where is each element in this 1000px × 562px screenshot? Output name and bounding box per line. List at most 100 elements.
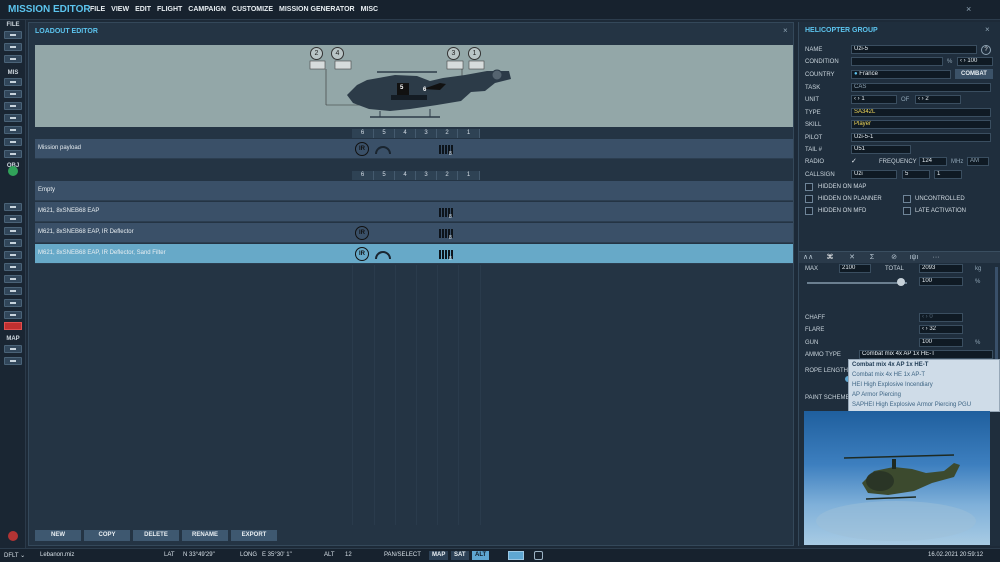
targets-tab-icon[interactable]: ✕ bbox=[847, 253, 857, 263]
condition-value-stepper[interactable]: ‹ › 100 bbox=[957, 57, 993, 66]
summary-tab-icon[interactable]: Σ bbox=[867, 253, 877, 263]
name-input[interactable]: Uzi-5 bbox=[851, 45, 977, 54]
pylon-badge-2[interactable]: 2 bbox=[310, 47, 323, 60]
drawing-icon[interactable] bbox=[4, 299, 22, 307]
static-object-icon[interactable] bbox=[4, 251, 22, 259]
pilot-input[interactable]: Uzi-5-1 bbox=[851, 133, 991, 142]
help-icon[interactable]: ? bbox=[981, 45, 991, 55]
zone-icon[interactable] bbox=[4, 275, 22, 283]
country-select[interactable]: ● France bbox=[851, 70, 951, 79]
condition-slider-field[interactable] bbox=[851, 57, 943, 66]
goals-icon[interactable] bbox=[4, 114, 22, 122]
chaff-stepper[interactable]: ‹ › 0 bbox=[919, 313, 963, 322]
time-icon[interactable] bbox=[534, 551, 543, 560]
fuel-slider-handle[interactable] bbox=[897, 278, 905, 286]
mission-payload-row[interactable]: Mission payload IR 8 bbox=[35, 139, 793, 159]
hidden-on-map-checkbox[interactable] bbox=[805, 183, 813, 191]
menu-file[interactable]: FILE bbox=[90, 6, 105, 13]
menu-mission-generator[interactable]: MISSION GENERATOR bbox=[279, 6, 355, 13]
save-file-icon[interactable] bbox=[4, 55, 22, 63]
altitude-view-button[interactable]: ALT bbox=[472, 551, 490, 560]
route-icon[interactable] bbox=[4, 263, 22, 271]
delete-object-icon[interactable] bbox=[4, 322, 22, 330]
trigger-zone-icon[interactable] bbox=[4, 102, 22, 110]
uncontrolled-checkbox[interactable] bbox=[903, 195, 911, 203]
failures-tab-icon[interactable]: ⊘ bbox=[889, 253, 899, 263]
window-close-icon[interactable]: × bbox=[966, 4, 971, 14]
ammo-option[interactable]: HEI High Explosive Incendiary bbox=[852, 382, 933, 388]
route-tab-icon[interactable]: ∧∧ bbox=[803, 253, 813, 263]
airplane-icon[interactable] bbox=[4, 203, 22, 211]
menu-customize[interactable]: CUSTOMIZE bbox=[232, 6, 273, 13]
map-view-button[interactable]: MAP bbox=[429, 551, 449, 560]
skill-select[interactable]: Player bbox=[851, 120, 991, 129]
fuel-slider-track[interactable] bbox=[807, 282, 907, 284]
mode-select[interactable]: DFLT ⌄ bbox=[4, 552, 25, 559]
fuel-percent-value[interactable]: 100 bbox=[919, 277, 963, 286]
late-activation-checkbox[interactable] bbox=[903, 207, 911, 215]
menu-edit[interactable]: EDIT bbox=[135, 6, 151, 13]
hidden-on-planner-checkbox[interactable] bbox=[805, 195, 813, 203]
new-file-icon[interactable] bbox=[4, 31, 22, 39]
loadout-row[interactable]: M621, 8xSNEB68 EAP, IR Deflector IR 8 bbox=[35, 223, 793, 243]
resource-manager-icon[interactable] bbox=[4, 150, 22, 158]
copy-button[interactable]: COPY bbox=[84, 530, 130, 541]
triggers-icon[interactable] bbox=[4, 126, 22, 134]
flare-stepper[interactable]: ‹ › 32 bbox=[919, 325, 963, 334]
pylon-badge-1[interactable]: 1 bbox=[468, 47, 481, 60]
group-close-icon[interactable]: × bbox=[985, 25, 990, 34]
check-icon[interactable] bbox=[4, 138, 22, 146]
ammo-option[interactable]: SAPHEI High Explosive Armor Piercing PGU bbox=[852, 402, 971, 408]
menu-campaign[interactable]: CAMPAIGN bbox=[188, 6, 226, 13]
tail-input[interactable]: U51 bbox=[851, 145, 911, 154]
callsign-number-1[interactable]: 5 bbox=[902, 170, 930, 179]
helicopter-icon[interactable] bbox=[4, 215, 22, 223]
type-select[interactable]: SA342L bbox=[851, 108, 991, 117]
weather-icon[interactable] bbox=[4, 90, 22, 98]
ammo-option[interactable]: AP Armor Piercing bbox=[852, 392, 901, 398]
radio-checkbox[interactable]: ✓ bbox=[851, 157, 857, 165]
callsign-select[interactable]: Uzi bbox=[851, 170, 897, 179]
task-select[interactable]: CAS bbox=[851, 83, 991, 92]
target-icon[interactable] bbox=[4, 287, 22, 295]
modulation-select[interactable]: AM bbox=[967, 157, 989, 166]
ammo-type-select[interactable]: Combat mix 4x AP 1x HE-T bbox=[859, 350, 993, 359]
hidden-on-mfd-checkbox[interactable] bbox=[805, 207, 813, 215]
arrow-up-icon[interactable] bbox=[8, 166, 18, 176]
ammo-option[interactable]: Combat mix 4x AP 1x HE-T bbox=[852, 362, 928, 368]
loadout-row[interactable]: M621, 8xSNEB68 EAP 8 bbox=[35, 202, 793, 222]
mission-briefing-icon[interactable] bbox=[4, 78, 22, 86]
menu-view[interactable]: VIEW bbox=[111, 6, 129, 13]
delete-button[interactable]: DELETE bbox=[133, 530, 179, 541]
fit-view-icon[interactable] bbox=[508, 551, 524, 560]
vehicle-icon[interactable] bbox=[4, 239, 22, 247]
unit-stepper[interactable]: ‹ › 1 bbox=[851, 95, 897, 104]
menu-misc[interactable]: MISC bbox=[361, 6, 379, 13]
rename-button[interactable]: RENAME bbox=[182, 530, 228, 541]
menu-flight[interactable]: FLIGHT bbox=[157, 6, 182, 13]
open-file-icon[interactable] bbox=[4, 43, 22, 51]
pylon-badge-4[interactable]: 4 bbox=[331, 47, 344, 60]
combat-button[interactable]: COMBAT bbox=[955, 69, 993, 79]
loadout-close-icon[interactable]: × bbox=[783, 26, 788, 35]
power-icon[interactable] bbox=[8, 531, 18, 541]
loadout-row-selected[interactable]: M621, 8xSNEB68 EAP, IR Deflector, Sand F… bbox=[35, 244, 793, 264]
date-time: 16.02.2021 20:59:12 bbox=[928, 552, 984, 558]
frequency-input[interactable]: 124 bbox=[919, 157, 947, 166]
ship-icon[interactable] bbox=[4, 227, 22, 235]
map-ruler-icon[interactable] bbox=[4, 357, 22, 365]
new-button[interactable]: NEW bbox=[35, 530, 81, 541]
more-tab-icon[interactable]: ··· bbox=[931, 253, 941, 263]
ammo-option[interactable]: Combat mix 4x HE 1x AP-T bbox=[852, 372, 925, 378]
radio-tab-icon[interactable]: ıψı bbox=[909, 253, 919, 263]
pylon-badge-3[interactable]: 3 bbox=[447, 47, 460, 60]
satellite-view-button[interactable]: SAT bbox=[451, 551, 469, 560]
callsign-number-2[interactable]: 1 bbox=[934, 170, 962, 179]
map-key-icon[interactable] bbox=[4, 345, 22, 353]
loadout-row[interactable]: Empty bbox=[35, 181, 793, 201]
payload-tab-icon[interactable]: ⌘ bbox=[825, 253, 835, 263]
unit-total-stepper[interactable]: ‹ › 2 bbox=[915, 95, 961, 104]
shapes-icon[interactable] bbox=[4, 311, 22, 319]
gun-value[interactable]: 100 bbox=[919, 338, 963, 347]
export-button[interactable]: EXPORT bbox=[231, 530, 277, 541]
